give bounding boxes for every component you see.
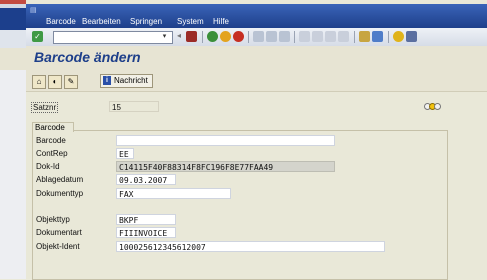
- background-window-toolbar: [0, 30, 26, 48]
- nachricht-button[interactable]: i Nachricht: [100, 74, 153, 88]
- dokid-field: C14115F40F88314F8FC196F8E77FAA49: [116, 161, 335, 172]
- satznr-label: Satznr: [31, 102, 59, 113]
- shortcut-icon[interactable]: [372, 31, 383, 42]
- objekttyp-field[interactable]: BKPF: [116, 214, 176, 225]
- dokid-label: Dok-Id: [36, 162, 60, 171]
- ablagedatum-field[interactable]: 09.03.2007: [116, 174, 176, 185]
- last-page-icon[interactable]: [338, 31, 349, 42]
- barcode-group-title: Barcode: [32, 122, 74, 132]
- barcode-field[interactable]: [116, 135, 335, 146]
- previous-page-icon[interactable]: [312, 31, 323, 42]
- page-title: Barcode ändern: [34, 49, 141, 65]
- contrep-label: ContRep: [36, 149, 68, 158]
- toolbar-separator: [294, 31, 295, 43]
- next-page-icon[interactable]: [325, 31, 336, 42]
- sap-window-icon[interactable]: ▤: [30, 6, 40, 14]
- layout-menu-icon[interactable]: [406, 31, 417, 42]
- barcode-label: Barcode: [36, 136, 66, 145]
- edit-icon[interactable]: ✎: [64, 75, 78, 89]
- command-field[interactable]: [53, 31, 173, 44]
- ablagedatum-label: Ablagedatum: [36, 175, 84, 184]
- objektident-label: Objekt-Ident: [36, 242, 80, 251]
- toolbar-separator: [202, 31, 203, 43]
- menu-hilfe[interactable]: Hilfe: [213, 17, 229, 26]
- left-arrow-icon[interactable]: ◂: [177, 31, 183, 42]
- standard-toolbar: ✓ ▾ ◂: [26, 28, 487, 47]
- menu-bar: ▤ Barcode Bearbeiten Springen System Hil…: [26, 4, 487, 28]
- main-content: Satznr 15 Barcode Barcode ContRep EE Dok…: [26, 92, 487, 280]
- find-icon[interactable]: [266, 31, 277, 42]
- background-window-panel: [0, 70, 26, 279]
- application-toolbar: ⌂ ◐ ✎ i Nachricht: [26, 71, 487, 92]
- first-page-icon[interactable]: [299, 31, 310, 42]
- background-window: [0, 0, 26, 279]
- background-window-menubar: [0, 8, 26, 30]
- command-history-icon[interactable]: ▾: [160, 32, 169, 41]
- satznr-field: 15: [109, 101, 159, 112]
- barcode-group: Barcode Barcode ContRep EE Dok-Id C14115…: [32, 122, 448, 280]
- dokumenttyp-field[interactable]: FAX: [116, 188, 231, 199]
- menu-bearbeiten[interactable]: Bearbeiten: [82, 17, 121, 26]
- sap-window: ▤ Barcode Bearbeiten Springen System Hil…: [26, 4, 487, 280]
- contrep-field[interactable]: EE: [116, 148, 134, 159]
- find-next-icon[interactable]: [279, 31, 290, 42]
- toolbar-separator: [388, 31, 389, 43]
- enter-check-icon[interactable]: ✓: [32, 31, 43, 42]
- back-icon[interactable]: [207, 31, 218, 42]
- print-icon[interactable]: [253, 31, 264, 42]
- display-change-icon[interactable]: ⌂: [32, 75, 46, 89]
- dokumentart-field[interactable]: FIIINVOICE: [116, 227, 176, 238]
- menu-barcode[interactable]: Barcode: [46, 17, 76, 26]
- toggle-display-icon[interactable]: ◐: [48, 75, 62, 89]
- dokumenttyp-label: Dokumenttyp: [36, 189, 84, 198]
- info-icon: i: [103, 76, 111, 86]
- title-bar: Barcode ändern: [26, 46, 487, 71]
- save-icon[interactable]: [186, 31, 197, 42]
- status-lights-icon: [424, 103, 442, 110]
- cancel-icon[interactable]: [233, 31, 244, 42]
- toolbar-separator: [354, 31, 355, 43]
- objekttyp-label: Objekttyp: [36, 215, 70, 224]
- background-window-title: [0, 48, 26, 70]
- menu-system[interactable]: System: [177, 17, 204, 26]
- toolbar-separator: [248, 31, 249, 43]
- objektident-field[interactable]: 100025612345612007: [116, 241, 385, 252]
- help-icon[interactable]: [393, 31, 404, 42]
- dokumentart-label: Dokumentart: [36, 228, 82, 237]
- new-session-icon[interactable]: [359, 31, 370, 42]
- exit-icon[interactable]: [220, 31, 231, 42]
- background-window-topbar: [0, 0, 26, 4]
- nachricht-label: Nachricht: [114, 76, 148, 85]
- menu-springen[interactable]: Springen: [130, 17, 162, 26]
